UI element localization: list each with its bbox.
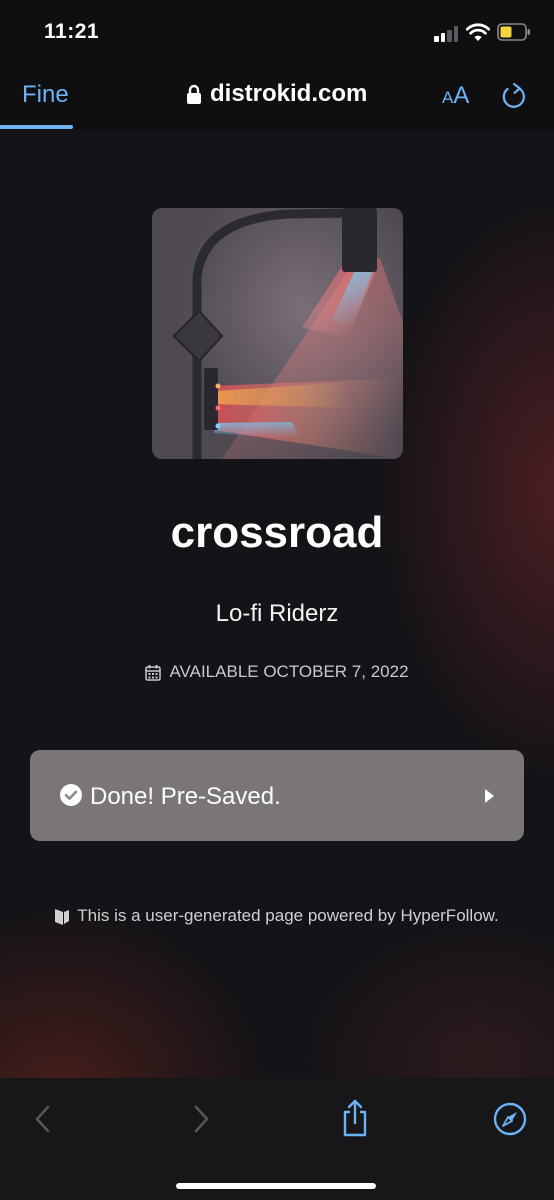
release-date: AVAILABLE OCTOBER 7, 2022 (0, 662, 554, 682)
release-title: crossroad (170, 508, 384, 557)
presave-status-label: Done! Pre-Saved. (90, 783, 281, 810)
reload-icon[interactable] (500, 82, 528, 110)
back-arrow-icon[interactable] (26, 1102, 60, 1136)
hyperfollow-page: crossroad Lo-fi Riderz AVAILABLE OCTOBER… (0, 130, 554, 1078)
signal-icon (434, 25, 460, 42)
address-bar[interactable]: distrokid.com (186, 80, 367, 108)
compass-icon[interactable] (493, 1102, 527, 1136)
artist-name: Lo-fi Riderz (215, 600, 339, 627)
footer-text: This is a user-generated page powered by… (77, 906, 499, 925)
battery-icon (497, 23, 530, 41)
status-bar: 11:21 (0, 0, 554, 64)
availability-text: AVAILABLE OCTOBER 7, 2022 (169, 662, 409, 681)
hyperfollow-logo-icon (55, 909, 70, 925)
chevron-right-icon (485, 789, 494, 803)
lock-icon (187, 84, 201, 104)
url-text: distrokid.com (210, 80, 368, 107)
share-icon[interactable] (338, 1098, 372, 1138)
presave-button[interactable]: Done! Pre-Saved. (30, 750, 524, 841)
hyperfollow-footer: This is a user-generated page powered by… (0, 906, 554, 926)
done-button[interactable]: Fine (22, 81, 69, 109)
browser-toolbar (0, 1078, 554, 1200)
status-time: 11:21 (44, 20, 100, 43)
text-size-small-label: A (442, 88, 454, 107)
browser-nav-bar: Fine distrokid.com AA (0, 64, 554, 130)
text-size-button[interactable]: AA (442, 82, 469, 110)
album-artwork (152, 208, 403, 459)
wifi-icon (466, 23, 490, 41)
page-load-progress (0, 125, 73, 129)
home-indicator[interactable] (176, 1183, 376, 1189)
text-size-large-label: A (453, 82, 470, 109)
calendar-icon (145, 664, 162, 681)
check-circle-icon (60, 784, 82, 806)
forward-arrow-icon[interactable] (184, 1102, 218, 1136)
